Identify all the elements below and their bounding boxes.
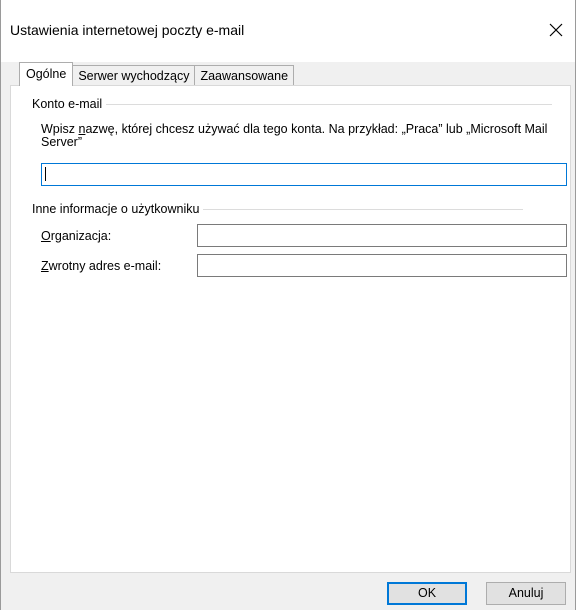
tab-advanced[interactable]: Zaawansowane xyxy=(194,65,295,86)
account-name-description: Wpisz nazwę, której chcesz używać dla te… xyxy=(41,123,561,149)
reply-email-input[interactable] xyxy=(197,254,567,277)
close-button[interactable] xyxy=(539,15,573,45)
organization-label-accelerator: O xyxy=(41,229,51,243)
text-caret xyxy=(45,167,46,181)
reply-email-label: Zwrotny adres e-mail: xyxy=(41,259,161,273)
email-account-group: Konto e-mail xyxy=(32,97,553,111)
close-icon xyxy=(549,23,563,37)
cancel-button[interactable]: Anuluj xyxy=(486,582,566,605)
account-name-input[interactable] xyxy=(41,163,567,186)
reply-email-label-text: wrotny adres e-mail: xyxy=(48,259,162,273)
group-divider xyxy=(106,103,553,105)
tab-outgoing-server[interactable]: Serwer wychodzący xyxy=(72,65,196,86)
title-bar: Ustawienia internetowej poczty e-mail xyxy=(1,0,575,62)
ok-button[interactable]: OK xyxy=(387,582,467,605)
dialog-window: Ustawienia internetowej poczty e-mail Og… xyxy=(0,0,576,610)
tab-strip: Ogólne Serwer wychodzący Zaawansowane xyxy=(19,62,295,86)
organization-label-text: rganizacja: xyxy=(50,229,112,243)
description-text: azwę, której chcesz używać dla tego kont… xyxy=(41,122,548,149)
organization-label: Organizacja: xyxy=(41,229,111,243)
tab-panel-general xyxy=(10,85,571,573)
description-prefix: Wpisz xyxy=(41,122,79,136)
tab-general[interactable]: Ogólne xyxy=(19,62,74,86)
user-info-group: Inne informacje o użytkowniku xyxy=(32,202,524,216)
email-account-heading: Konto e-mail xyxy=(32,97,103,111)
user-info-heading: Inne informacje o użytkowniku xyxy=(32,202,200,216)
reply-email-label-accelerator: Z xyxy=(41,259,49,273)
organization-input[interactable] xyxy=(197,224,567,247)
group-divider xyxy=(203,208,524,210)
title-bar-top-strip xyxy=(1,0,575,8)
dialog-title: Ustawienia internetowej poczty e-mail xyxy=(10,22,245,38)
